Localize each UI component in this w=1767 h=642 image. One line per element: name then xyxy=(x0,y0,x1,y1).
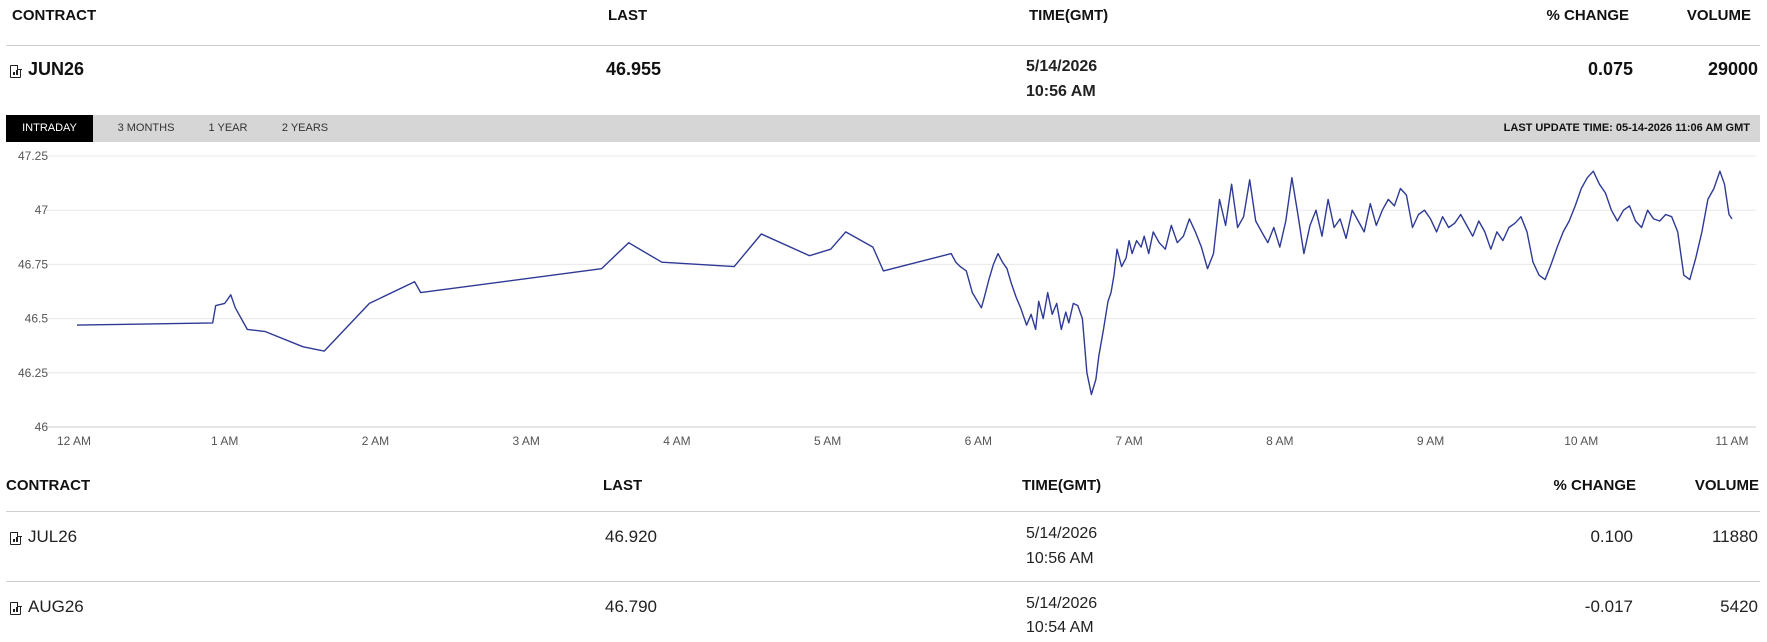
row-change: -0.017 xyxy=(1584,597,1633,616)
x-tick-label: 7 AM xyxy=(1115,434,1142,448)
tab-3-months[interactable]: 3 MONTHS xyxy=(105,115,187,142)
row-divider xyxy=(6,581,1760,582)
row-date: 5/14/2026 xyxy=(1026,525,1098,542)
row-contract[interactable]: AUG26 xyxy=(28,597,84,617)
featured-last: 46.955 xyxy=(606,59,662,79)
y-tick-label: 47.25 xyxy=(18,149,48,163)
document-chart-icon[interactable] xyxy=(10,531,22,545)
x-tick-label: 9 AM xyxy=(1417,434,1444,448)
featured-contract[interactable]: JUN26 xyxy=(28,59,84,80)
row-time: 10:54 AM xyxy=(1026,619,1094,636)
x-tick-label: 10 AM xyxy=(1564,434,1598,448)
row-last: 46.920 xyxy=(605,527,657,546)
intraday-line-chart: 46 46.25 46.5 46.75 47 47.25 12 AM 1 AM 2 AM 3 AM… xyxy=(18,149,1756,448)
last-update-time: LAST UPDATE TIME: 05-14-2026 11:06 AM GM… xyxy=(1503,122,1750,134)
featured-time: 10:56 AM xyxy=(1026,83,1096,100)
row-last: 46.790 xyxy=(605,597,657,616)
document-chart-icon[interactable] xyxy=(10,64,22,78)
table-header-volume: VOLUME xyxy=(1694,477,1759,494)
featured-volume: 29000 xyxy=(1707,59,1758,79)
table-header-time: TIME(GMT) xyxy=(1022,477,1102,494)
table-header-contract: CONTRACT xyxy=(6,477,91,494)
row-contract[interactable]: JUL26 xyxy=(28,527,77,547)
tab-2-years[interactable]: 2 YEARS xyxy=(270,115,340,142)
x-tick-label: 11 AM xyxy=(1715,434,1748,448)
chart-tab-bar: INTRADAY 3 MONTHS 1 YEAR 2 YEARS LAST UP… xyxy=(6,115,1760,142)
row-time: 10:56 AM xyxy=(1026,550,1094,567)
document-chart-icon[interactable] xyxy=(10,601,22,615)
y-tick-label: 46.5 xyxy=(25,312,49,326)
row-date: 5/14/2026 xyxy=(1026,595,1098,612)
header-divider xyxy=(6,45,1760,46)
header-volume: VOLUME xyxy=(1686,7,1751,24)
y-tick-label: 46.75 xyxy=(18,257,48,271)
featured-change: 0.075 xyxy=(1587,59,1633,79)
row-change: 0.100 xyxy=(1590,527,1633,546)
x-tick-label: 2 AM xyxy=(362,434,389,448)
y-tick-label: 46 xyxy=(35,420,49,434)
x-tick-label: 3 AM xyxy=(513,434,540,448)
header-change: % CHANGE xyxy=(1546,7,1629,24)
tab-1-year[interactable]: 1 YEAR xyxy=(197,115,259,142)
x-tick-label: 8 AM xyxy=(1266,434,1293,448)
row-volume: 11880 xyxy=(1711,527,1758,546)
y-tick-label: 47 xyxy=(35,203,49,217)
header-last: LAST xyxy=(608,7,648,24)
x-tick-label: 6 AM xyxy=(965,434,992,448)
row-volume: 5420 xyxy=(1720,597,1758,616)
x-tick-label: 1 AM xyxy=(211,434,238,448)
header-time: TIME(GMT) xyxy=(1029,7,1109,24)
featured-date: 5/14/2026 xyxy=(1026,58,1098,75)
x-tick-label: 5 AM xyxy=(814,434,841,448)
tab-intraday[interactable]: INTRADAY xyxy=(6,115,93,142)
y-tick-label: 46.25 xyxy=(18,366,48,380)
header-contract: CONTRACT xyxy=(12,7,97,24)
table-header-divider xyxy=(6,511,1760,512)
table-header-last: LAST xyxy=(603,477,643,494)
price-series-line xyxy=(76,170,1733,396)
x-tick-label: 12 AM xyxy=(57,434,91,448)
table-header-change: % CHANGE xyxy=(1553,477,1636,494)
x-tick-label: 4 AM xyxy=(663,434,690,448)
